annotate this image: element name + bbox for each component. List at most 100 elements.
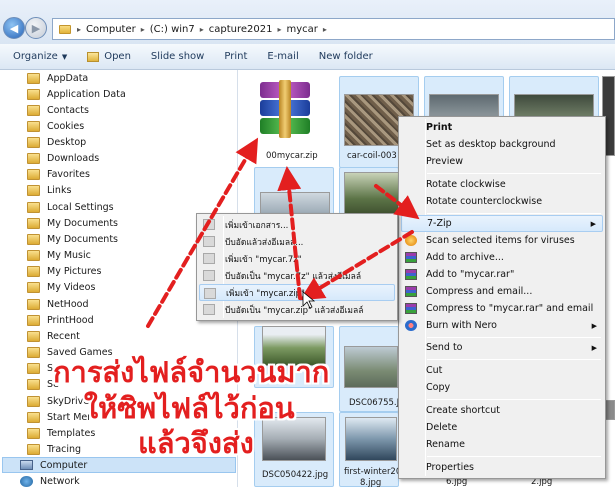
menu-item-create-shortcut[interactable]: Create shortcut	[401, 402, 603, 419]
nav-item-label: My Documents	[47, 217, 119, 229]
nav-item-appdata[interactable]: AppData	[27, 70, 88, 86]
nav-item-tracing[interactable]: Tracing	[27, 441, 81, 457]
nav-item-downloads[interactable]: Downloads	[27, 150, 99, 166]
nav-item-label: Desktop	[47, 136, 87, 148]
menu-item-copy[interactable]: Copy	[401, 379, 603, 396]
organize-button[interactable]: Organize ▼	[13, 51, 67, 62]
menu-item-print[interactable]: Print	[401, 119, 603, 136]
nav-item-local-settings[interactable]: Local Settings	[27, 199, 114, 215]
menu-item-label: เพิ่มเข้า "mycar.7z"	[225, 254, 302, 265]
nav-item-links[interactable]: Links	[27, 182, 71, 198]
nav-item-my-videos[interactable]: My Videos	[27, 279, 95, 295]
breadcrumb-computer[interactable]: Computer	[86, 24, 136, 35]
submenu-item-add-7z[interactable]: เพิ่มเข้า "mycar.7z"	[199, 250, 395, 267]
address-bar[interactable]: ▸ Computer ▸ (C:) win7 ▸ capture2021 ▸ m…	[52, 18, 615, 40]
folder-icon	[27, 378, 40, 390]
menu-item-rotate-counterclockwise[interactable]: Rotate counterclockwise	[401, 193, 603, 210]
nav-item-label: Network	[40, 475, 80, 487]
folder-icon	[27, 411, 40, 423]
email-button[interactable]: E-mail	[267, 51, 298, 62]
menu-item-delete[interactable]: Delete	[401, 419, 603, 436]
breadcrumb-drive[interactable]: (C:) win7	[150, 24, 195, 35]
context-menu: Print Set as desktop background Preview …	[398, 116, 606, 479]
archive-strap	[279, 80, 291, 138]
file-name-zip[interactable]: 00mycar.zip	[266, 151, 318, 161]
menu-item-label: เพิ่มเข้าเอกสาร...	[225, 220, 289, 231]
submenu-item-add-zip[interactable]: เพิ่มเข้า "mycar.zip"	[199, 284, 395, 301]
submenu-item-7z-email[interactable]: บีบอัดเป็น "mycar.7z" แล้วส่งอีเมลล์	[199, 267, 395, 284]
nav-item-application-data[interactable]: Application Data	[27, 86, 126, 102]
nav-item-templates[interactable]: Templates	[27, 425, 95, 441]
menu-item-rotate-clockwise[interactable]: Rotate clockwise	[401, 176, 603, 193]
menu-item-add-rar[interactable]: Add to "mycar.rar"	[401, 266, 603, 283]
submenu-arrow-icon: ▶	[591, 321, 597, 330]
folder-icon	[27, 330, 40, 342]
nav-item-network[interactable]: Network	[20, 473, 80, 487]
breadcrumb-capture[interactable]: capture2021	[209, 24, 273, 35]
menu-item-label: Burn with Nero	[426, 320, 497, 331]
menu-item-compress-rar-email[interactable]: Compress to "mycar.rar" and email	[401, 300, 603, 317]
nav-item-desktop[interactable]: Desktop	[27, 134, 86, 150]
nav-item-recent[interactable]: Recent	[27, 328, 80, 344]
menu-item-burn-nero[interactable]: Burn with Nero ▶	[401, 317, 603, 334]
folder-icon	[27, 168, 40, 180]
menu-item-add-archive[interactable]: Add to archive...	[401, 249, 603, 266]
folder-icon	[27, 120, 40, 132]
file-name-first-winter: first-winter20	[344, 467, 402, 477]
menu-item-rename[interactable]: Rename	[401, 436, 603, 453]
menu-item-cut[interactable]: Cut	[401, 362, 603, 379]
menu-item-label: บีบอัดเป็น "mycar.zip" แล้วส่งอีเมลล์	[225, 305, 364, 316]
winrar-archive-icon[interactable]	[257, 80, 313, 140]
nav-item-label: Contacts	[47, 104, 89, 116]
menu-separator	[427, 359, 601, 360]
menu-item-label: เพิ่มเข้า "mycar.zip"	[226, 288, 305, 299]
nav-item-label: Computer	[40, 459, 88, 471]
menu-item-send-to[interactable]: Send to ▶	[401, 339, 603, 356]
seven-zip-submenu: เพิ่มเข้าเอกสาร... บีบอัดแล้วส่งอีเมลล์.…	[196, 213, 398, 321]
submenu-item-zip-email[interactable]: บีบอัดเป็น "mycar.zip" แล้วส่งอีเมลล์	[199, 301, 395, 318]
nav-item-my-documents-2[interactable]: My Documents	[27, 231, 118, 247]
nav-item-my-pictures[interactable]: My Pictures	[27, 263, 101, 279]
computer-icon	[20, 460, 33, 470]
menu-item-label: Scan selected items for viruses	[426, 235, 575, 246]
nav-item-my-documents[interactable]: My Documents	[27, 215, 118, 231]
menu-item-properties[interactable]: Properties	[401, 459, 603, 476]
seven-zip-icon	[203, 253, 215, 264]
network-icon	[20, 475, 33, 487]
print-button[interactable]: Print	[224, 51, 247, 62]
menu-item-scan[interactable]: Scan selected items for viruses	[401, 232, 603, 249]
menu-separator	[427, 173, 601, 174]
folder-icon	[27, 72, 40, 84]
breadcrumb-mycar[interactable]: mycar	[287, 24, 318, 35]
new-folder-button[interactable]: New folder	[319, 51, 373, 62]
nav-item-label: Application Data	[47, 88, 126, 100]
menu-item-preview[interactable]: Preview	[401, 153, 603, 170]
chevron-right-icon: ▸	[77, 24, 82, 34]
menu-item-label: 7-Zip	[427, 218, 452, 229]
nav-item-my-music[interactable]: My Music	[27, 247, 91, 263]
nav-item-nethood[interactable]: NetHood	[27, 296, 88, 312]
nav-item-favorites[interactable]: Favorites	[27, 166, 90, 182]
nav-item-skydrive[interactable]: SkyDrive	[27, 393, 89, 409]
submenu-item-add-archive[interactable]: เพิ่มเข้าเอกสาร...	[199, 216, 395, 233]
menu-item-label: Send to	[426, 342, 463, 353]
menu-item-label: บีบอัดเป็น "mycar.7z" แล้วส่งอีเมลล์	[225, 271, 362, 282]
folder-icon	[27, 298, 40, 310]
menu-item-7zip[interactable]: 7-Zip ▶	[401, 215, 603, 232]
menu-separator	[427, 456, 601, 457]
submenu-arrow-icon: ▶	[591, 343, 597, 352]
submenu-item-compress-email[interactable]: บีบอัดแล้วส่งอีเมลล์...	[199, 233, 395, 250]
menu-separator	[427, 337, 601, 338]
nav-item-contacts[interactable]: Contacts	[27, 102, 89, 118]
menu-item-set-background[interactable]: Set as desktop background	[401, 136, 603, 153]
back-button[interactable]: ◀	[3, 17, 25, 39]
slide-show-button[interactable]: Slide show	[151, 51, 204, 62]
nav-item-label: SkyDrive	[47, 395, 90, 407]
folder-icon	[27, 314, 40, 326]
open-button[interactable]: Open	[87, 51, 131, 62]
forward-button[interactable]: ▶	[25, 17, 47, 39]
nav-item-cookies[interactable]: Cookies	[27, 118, 84, 134]
winrar-icon	[405, 252, 417, 263]
menu-item-compress-email[interactable]: Compress and email...	[401, 283, 603, 300]
nav-item-printhood[interactable]: PrintHood	[27, 312, 94, 328]
